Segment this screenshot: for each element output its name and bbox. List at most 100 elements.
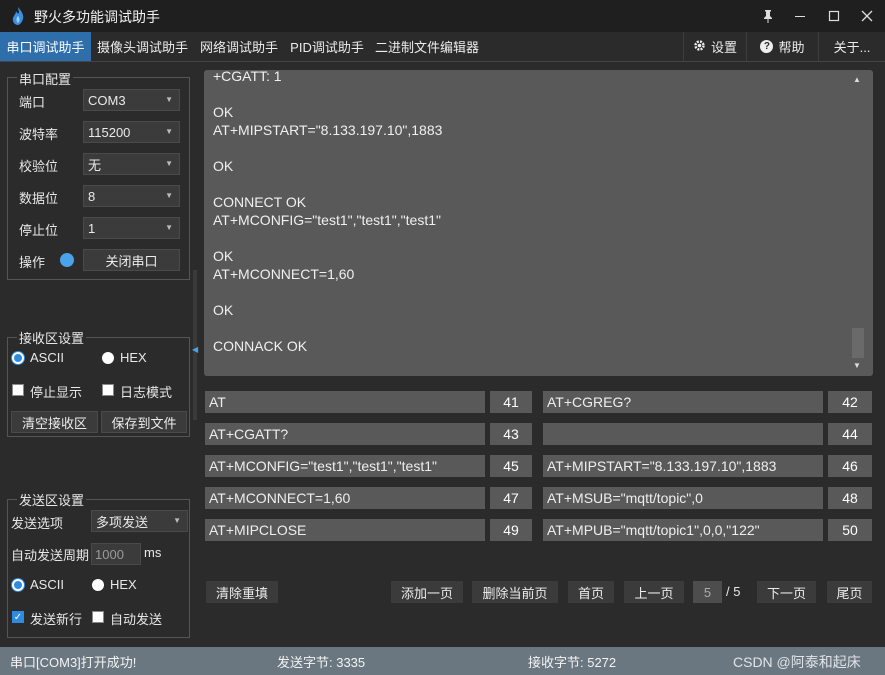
baud-select[interactable]: 115200 ▼ (83, 121, 180, 143)
add-page-button[interactable]: 添加一页 (391, 581, 463, 603)
period-unit-label: ms (144, 545, 162, 560)
send-option-value: 多项发送 (96, 514, 149, 530)
command-input[interactable]: AT+MIPCLOSE (205, 519, 485, 541)
scroll-down-icon[interactable]: ▼ (853, 361, 861, 370)
baud-value: 115200 (88, 124, 131, 140)
stopbits-select[interactable]: 1 ▼ (83, 217, 180, 239)
send-hex-label: HEX (110, 577, 137, 592)
close-icon[interactable] (852, 0, 882, 32)
command-send-button[interactable]: 45 (490, 455, 532, 477)
command-send-button[interactable]: 42 (828, 391, 872, 413)
stopbits-value: 1 (88, 220, 96, 236)
settings-label: 设置 (710, 40, 737, 55)
tab-serial-assistant[interactable]: 串口调试助手 (0, 32, 91, 61)
command-send-button[interactable]: 50 (828, 519, 872, 541)
send-option-select[interactable]: 多项发送 ▼ (91, 510, 188, 532)
recv-settings-title: 接收区设置 (17, 328, 87, 347)
close-port-button[interactable]: 关闭串口 (83, 249, 180, 271)
auto-send-label: 自动发送 (110, 612, 163, 627)
pin-icon[interactable] (753, 0, 783, 32)
command-input[interactable]: AT+MSUB="mqtt/topic",0 (543, 487, 823, 509)
log-mode-checkbox[interactable] (102, 384, 114, 396)
command-send-button[interactable]: 47 (490, 487, 532, 509)
page-total-label: / 5 (726, 584, 741, 599)
first-page-button[interactable]: 首页 (568, 581, 614, 603)
help-label: 帮助 (778, 40, 805, 55)
command-send-button[interactable]: 46 (828, 455, 872, 477)
question-circle-icon: ? (760, 40, 774, 53)
send-ascii-radio[interactable] (12, 579, 24, 591)
recv-ascii-radio[interactable] (12, 352, 24, 364)
settings-button[interactable]: 设置 (683, 32, 746, 61)
send-newline-label: 发送新行 (30, 612, 83, 627)
command-input[interactable]: AT+MCONNECT=1,60 (205, 487, 485, 509)
tab-network-assistant[interactable]: 网络调试助手 (194, 32, 284, 61)
recv-ascii-label: ASCII (30, 350, 64, 365)
clear-recv-button[interactable]: 清空接收区 (11, 411, 98, 433)
gear-icon (693, 39, 706, 55)
command-send-button[interactable]: 48 (828, 487, 872, 509)
stop-display-checkbox[interactable] (12, 384, 24, 396)
databits-label: 数据位 (19, 191, 59, 206)
chevron-down-icon: ▼ (173, 516, 181, 525)
serial-config-title: 串口配置 (17, 69, 74, 88)
clear-refill-button[interactable]: 清除重填 (206, 581, 278, 603)
receive-text: +CGATT: 1 OK AT+MIPSTART="8.133.197.10",… (213, 70, 443, 354)
parity-value: 无 (88, 157, 102, 173)
help-button[interactable]: ? 帮助 (746, 32, 818, 61)
chevron-down-icon: ▼ (165, 127, 173, 136)
command-input[interactable]: AT+MPUB="mqtt/topic1",0,0,"122" (543, 519, 823, 541)
command-send-button[interactable]: 44 (828, 423, 872, 445)
databits-select[interactable]: 8 ▼ (83, 185, 180, 207)
command-send-button[interactable]: 41 (490, 391, 532, 413)
window-title: 野火多功能调试助手 (34, 9, 160, 25)
send-hex-radio[interactable] (92, 579, 104, 591)
command-input[interactable] (543, 423, 823, 445)
received-bytes: 接收字节: 5272 (528, 655, 617, 670)
sent-bytes: 发送字节: 3335 (277, 655, 366, 670)
tab-binary-editor[interactable]: 二进制文件编辑器 (370, 32, 484, 61)
port-status-indicator (60, 253, 74, 267)
chevron-down-icon: ▼ (165, 191, 173, 200)
scroll-up-icon[interactable]: ▲ (853, 75, 861, 84)
about-button[interactable]: 关于... (818, 32, 885, 61)
receive-text-area[interactable]: +CGATT: 1 OK AT+MIPSTART="8.133.197.10",… (204, 70, 873, 376)
auto-send-checkbox[interactable] (92, 611, 104, 623)
send-ascii-label: ASCII (30, 577, 64, 592)
next-page-button[interactable]: 下一页 (757, 581, 816, 603)
port-label: 端口 (19, 95, 46, 110)
prev-page-button[interactable]: 上一页 (624, 581, 684, 603)
log-mode-label: 日志模式 (120, 385, 173, 400)
collapse-arrow-icon[interactable]: ◀ (192, 345, 198, 354)
command-send-button[interactable]: 43 (490, 423, 532, 445)
tab-camera-assistant[interactable]: 摄像头调试助手 (91, 32, 194, 61)
port-value: COM3 (88, 92, 126, 108)
recv-hex-radio[interactable] (102, 352, 114, 364)
command-send-button[interactable]: 49 (490, 519, 532, 541)
maximize-icon[interactable] (819, 0, 849, 32)
delete-page-button[interactable]: 删除当前页 (472, 581, 558, 603)
auto-period-input[interactable]: 1000 (91, 543, 141, 565)
save-to-file-button[interactable]: 保存到文件 (101, 411, 187, 433)
page-number-input[interactable]: 5 (693, 581, 722, 603)
command-input[interactable]: AT (205, 391, 485, 413)
operation-label: 操作 (19, 255, 46, 270)
flame-logo-icon (8, 6, 28, 26)
watermark-text: CSDN @阿泰和起床 (733, 654, 861, 670)
parity-label: 校验位 (19, 159, 59, 174)
send-newline-checkbox[interactable]: ✓ (12, 611, 24, 623)
command-input[interactable]: AT+CGREG? (543, 391, 823, 413)
minimize-icon[interactable] (785, 0, 815, 32)
send-settings-title: 发送区设置 (17, 490, 87, 509)
baud-label: 波特率 (19, 127, 59, 142)
command-input[interactable]: AT+MCONFIG="test1","test1","test1" (205, 455, 485, 477)
command-input[interactable]: AT+CGATT? (205, 423, 485, 445)
parity-select[interactable]: 无 ▼ (83, 153, 180, 175)
port-select[interactable]: COM3 ▼ (83, 89, 180, 111)
scrollbar-thumb[interactable] (852, 328, 864, 358)
command-input[interactable]: AT+MIPSTART="8.133.197.10",1883 (543, 455, 823, 477)
status-message: 串口[COM3]打开成功! (10, 655, 137, 670)
tab-pid-assistant[interactable]: PID调试助手 (284, 32, 370, 61)
stopbits-label: 停止位 (19, 223, 59, 238)
last-page-button[interactable]: 尾页 (827, 581, 872, 603)
